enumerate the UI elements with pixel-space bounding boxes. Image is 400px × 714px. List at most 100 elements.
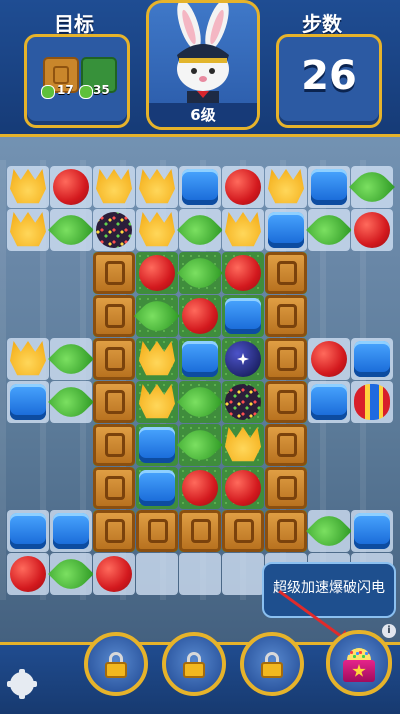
tulip-icon[interactable] — [96, 169, 132, 204]
board-cell[interactable] — [93, 424, 135, 466]
wooden-crate-icon[interactable] — [93, 295, 135, 337]
tulip-icon[interactable] — [225, 212, 261, 247]
board-cell[interactable] — [134, 293, 180, 339]
board-cell[interactable] — [48, 379, 94, 425]
board-cell[interactable] — [265, 166, 307, 208]
board-cell[interactable] — [222, 424, 264, 466]
blue-cube-icon[interactable] — [182, 341, 218, 377]
board-cell[interactable] — [136, 166, 178, 208]
board-cell[interactable] — [93, 510, 135, 552]
leaf-icon[interactable] — [48, 379, 94, 425]
board-cell[interactable] — [308, 338, 350, 380]
board-cell[interactable] — [7, 209, 49, 251]
wooden-crate-icon[interactable] — [265, 381, 307, 423]
wooden-crate-icon[interactable] — [265, 295, 307, 337]
tulip-icon[interactable] — [10, 212, 46, 247]
board-cell[interactable] — [177, 207, 223, 253]
disco-ball-icon[interactable] — [225, 384, 261, 420]
board-cell[interactable] — [93, 381, 135, 423]
tulip-icon[interactable] — [139, 169, 175, 204]
wooden-crate-icon[interactable] — [93, 381, 135, 423]
board-cell[interactable] — [93, 553, 135, 595]
board-cell[interactable] — [50, 166, 92, 208]
board-cell[interactable] — [93, 209, 135, 251]
wooden-crate-icon[interactable] — [93, 510, 135, 552]
wooden-crate-icon[interactable] — [265, 510, 307, 552]
apple-icon[interactable] — [96, 556, 132, 592]
board-cell[interactable] — [179, 467, 221, 509]
blue-cube-icon[interactable] — [182, 169, 218, 205]
board-cell[interactable] — [136, 467, 178, 509]
board-cell[interactable] — [222, 467, 264, 509]
booster-slot-1[interactable] — [84, 632, 148, 696]
wooden-crate-icon[interactable] — [222, 510, 264, 552]
booster-slot-2[interactable] — [162, 632, 226, 696]
wooden-crate-icon[interactable] — [93, 467, 135, 509]
wooden-crate-icon[interactable] — [93, 338, 135, 380]
info-icon[interactable]: i — [382, 624, 396, 638]
board-cell[interactable] — [351, 209, 393, 251]
tulip-icon[interactable] — [225, 427, 261, 462]
board-cell[interactable] — [351, 381, 393, 423]
leaf-icon[interactable] — [48, 551, 94, 597]
board-cell[interactable] — [179, 295, 221, 337]
wooden-crate-icon[interactable] — [265, 467, 307, 509]
board-cell[interactable] — [177, 250, 223, 296]
board-cell[interactable] — [179, 510, 221, 552]
blue-cube-icon[interactable] — [139, 470, 175, 506]
gift-booster-button[interactable] — [326, 630, 392, 696]
gear-icon[interactable] — [7, 669, 37, 699]
board-cell[interactable] — [265, 338, 307, 380]
board-cell[interactable] — [93, 295, 135, 337]
leaf-icon[interactable] — [177, 250, 223, 296]
tulip-icon[interactable] — [10, 341, 46, 376]
board-cell[interactable] — [7, 553, 49, 595]
tulip-icon[interactable] — [139, 341, 175, 376]
board-cell[interactable] — [265, 424, 307, 466]
tulip-icon[interactable] — [10, 169, 46, 204]
board-cell[interactable] — [7, 381, 49, 423]
board-cell[interactable] — [349, 164, 395, 210]
board-cell[interactable] — [308, 381, 350, 423]
board-cell[interactable] — [93, 338, 135, 380]
apple-icon[interactable] — [225, 470, 261, 506]
board-cell[interactable] — [136, 252, 178, 294]
board-cell[interactable] — [136, 338, 178, 380]
wooden-crate-icon[interactable] — [136, 510, 178, 552]
leaf-icon[interactable] — [134, 293, 180, 339]
blue-cube-icon[interactable] — [53, 513, 89, 549]
game-board[interactable] — [0, 160, 400, 600]
board-cell[interactable] — [136, 553, 178, 595]
board-cell[interactable] — [7, 338, 49, 380]
wooden-crate-icon[interactable] — [265, 252, 307, 294]
leaf-icon[interactable] — [48, 336, 94, 382]
leaf-icon[interactable] — [306, 508, 352, 554]
board-cell[interactable] — [265, 467, 307, 509]
tulip-icon[interactable] — [139, 384, 175, 419]
apple-icon[interactable] — [225, 169, 261, 205]
apple-icon[interactable] — [10, 556, 46, 592]
board-cell[interactable] — [222, 252, 264, 294]
apple-icon[interactable] — [182, 470, 218, 506]
board-cell[interactable] — [179, 553, 221, 595]
bomb-icon[interactable] — [225, 341, 261, 377]
board-cell[interactable] — [179, 166, 221, 208]
wooden-crate-icon[interactable] — [265, 424, 307, 466]
board-cell[interactable] — [265, 510, 307, 552]
board-cell[interactable] — [179, 338, 221, 380]
leaf-icon[interactable] — [349, 164, 395, 210]
wooden-crate-icon[interactable] — [93, 424, 135, 466]
leaf-icon[interactable] — [177, 422, 223, 468]
board-cell[interactable] — [351, 338, 393, 380]
wooden-crate-icon[interactable] — [179, 510, 221, 552]
blue-cube-icon[interactable] — [268, 212, 304, 248]
disco-ball-icon[interactable] — [96, 212, 132, 248]
apple-icon[interactable] — [139, 255, 175, 291]
tulip-icon[interactable] — [268, 169, 304, 204]
apple-icon[interactable] — [53, 169, 89, 205]
board-cell[interactable] — [136, 381, 178, 423]
apple-icon[interactable] — [311, 341, 347, 377]
board-cell[interactable] — [93, 252, 135, 294]
board-cell[interactable] — [351, 510, 393, 552]
board-cell[interactable] — [177, 379, 223, 425]
